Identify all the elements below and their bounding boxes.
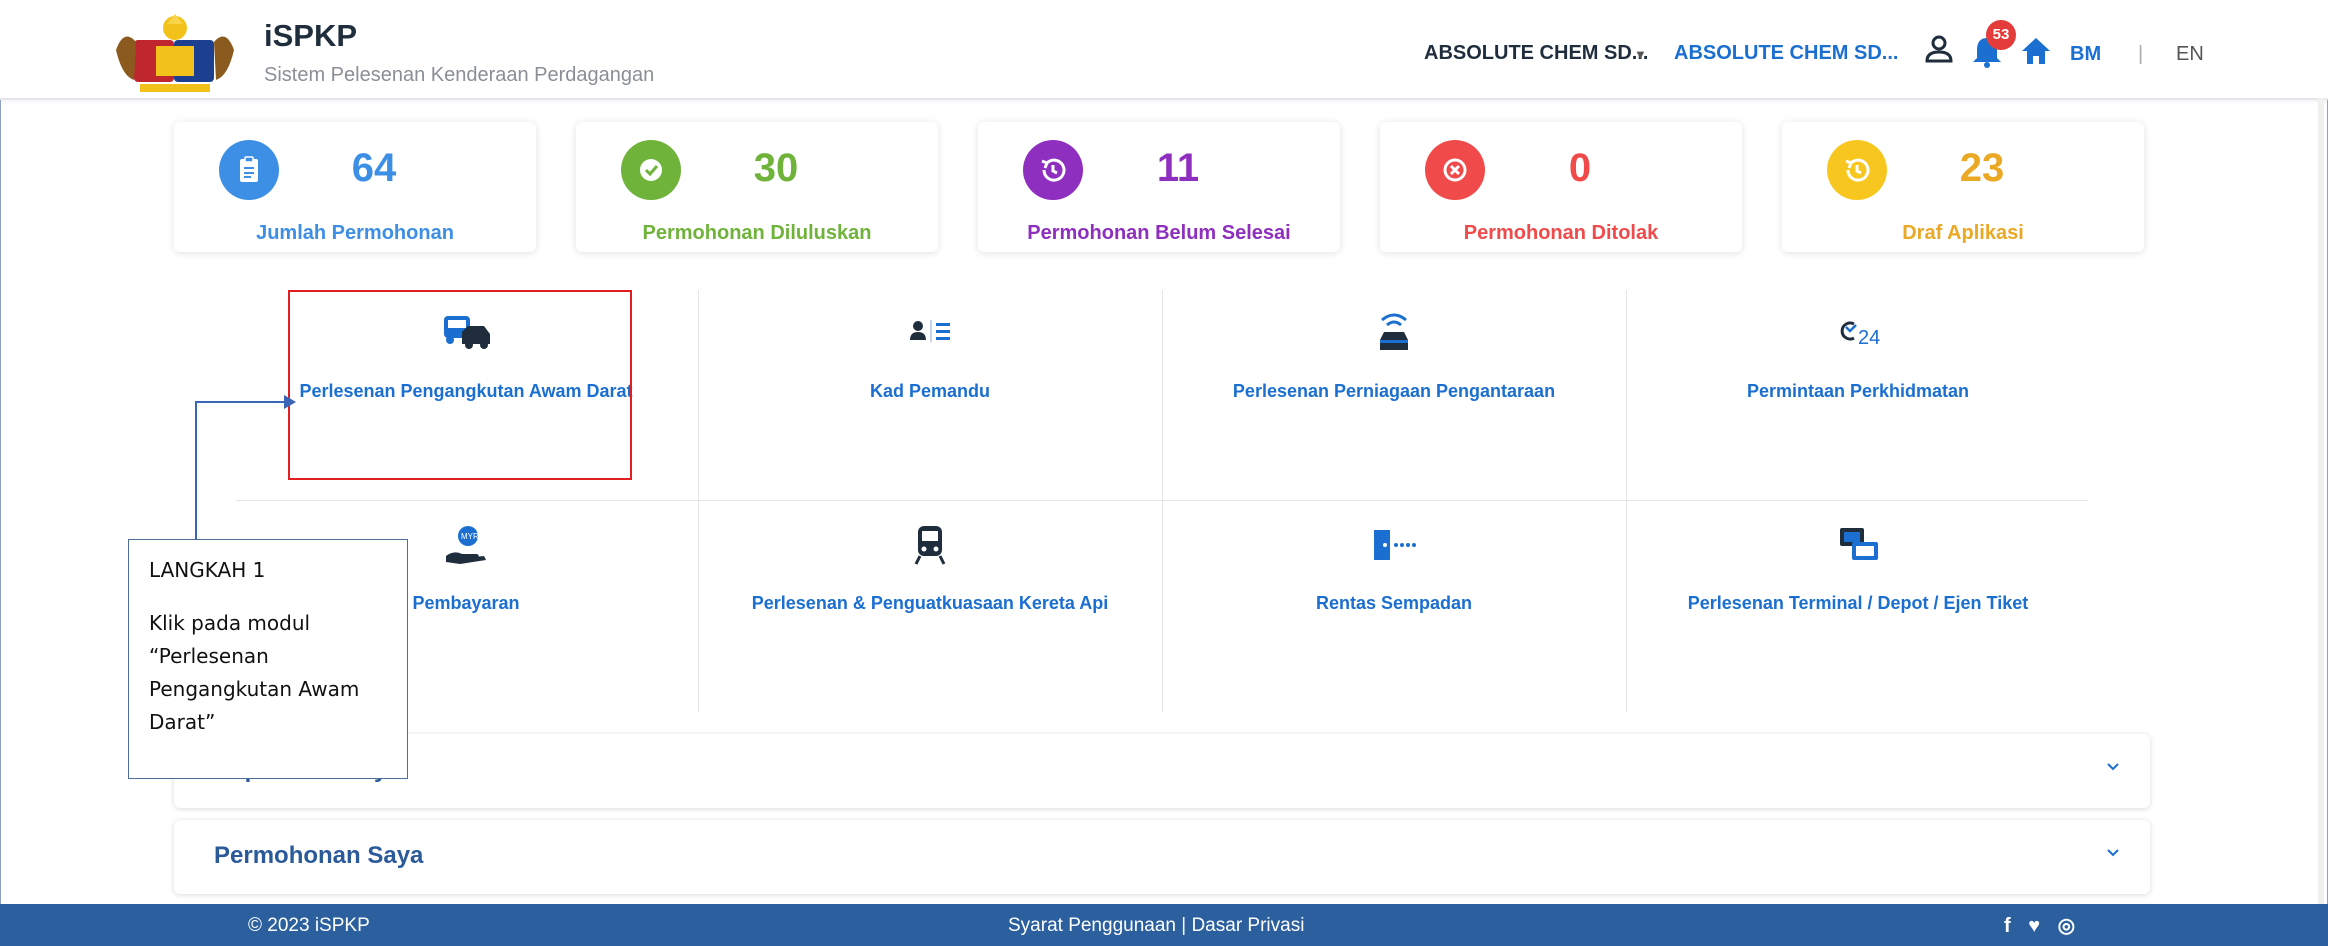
module-rentas-sempadan[interactable]: Rentas Sempadan — [1162, 502, 1626, 712]
callout-step: LANGKAH 1 — [149, 558, 266, 582]
svg-text:MYR: MYR — [461, 532, 479, 541]
footer-copyright: © 2023 iSPKP — [248, 915, 370, 936]
callout-text: Klik pada modul — [149, 611, 311, 635]
language-bm-link[interactable]: BM — [2070, 43, 2101, 66]
module-label: Kad Pemandu — [869, 381, 991, 401]
stat-label: Permohonan Ditolak — [1463, 222, 1659, 244]
border-gate-icon — [1374, 530, 1416, 560]
ticket-icon — [1840, 528, 1878, 560]
stat-label: Jumlah Permohonan — [256, 222, 454, 244]
module-label: Rentas Sempadan — [1315, 593, 1473, 613]
module-label: Perlesenan & Penguatkuasaan Kereta Api — [751, 593, 1109, 613]
check-icon — [621, 140, 681, 200]
stat-value: 23 — [1959, 146, 2005, 190]
chevron-down-icon[interactable] — [2106, 848, 2120, 858]
module-label: Permintaan Perkhidmatan — [1746, 381, 1970, 401]
svg-text:24: 24 — [1858, 327, 1880, 349]
history-icon — [1827, 140, 1887, 200]
stat-value: 0 — [1568, 146, 1592, 190]
stat-label: Permohonan Belum Selesai — [1027, 222, 1291, 244]
payment-hand-icon: MYR — [446, 526, 486, 564]
highlight-box — [288, 290, 632, 480]
module-label: Perlesenan Perniagaan Pengantaraan — [1232, 381, 1556, 401]
footer: © 2023 iSPKP Syarat Penggunaan | Dasar P… — [0, 904, 2328, 946]
notification-badge[interactable]: 53 — [1986, 20, 2016, 50]
scrollbar[interactable] — [2318, 98, 2324, 904]
social-icons[interactable]: f ♥ ◎ — [2004, 913, 2081, 938]
organization-select[interactable]: ABSOLUTE CHEM SD... — [1424, 42, 1648, 65]
stat-label: Permohonan Diluluskan — [642, 222, 872, 244]
driver-card-icon — [910, 320, 950, 342]
instruction-callout: LANGKAH 1 Klik pada modul “Perlesenan Pe… — [128, 539, 408, 779]
crest-logo[interactable] — [112, 10, 238, 94]
module-perniagaan-pengantaraan[interactable]: Perlesenan Perniagaan Pengantaraan — [1162, 290, 1626, 500]
stat-card-jumlah[interactable]: 64 Jumlah Permohonan — [174, 122, 536, 252]
history-icon — [1023, 140, 1083, 200]
callout-text: “Perlesenan — [149, 644, 269, 668]
stat-label: Draf Aplikasi — [1902, 222, 2024, 244]
chevron-down-icon[interactable]: ▼ — [1634, 47, 1647, 62]
clipboard-icon — [219, 140, 279, 200]
accordion-permohonan-saya[interactable]: Permohonan Saya — [174, 820, 2150, 894]
module-kad-pemandu[interactable]: Kad Pemandu — [698, 290, 1162, 500]
chevron-down-icon[interactable] — [2106, 762, 2120, 772]
train-icon — [914, 526, 946, 565]
language-en-link[interactable]: EN — [2176, 43, 2204, 66]
module-terminal-depot[interactable]: Perlesenan Terminal / Depot / Ejen Tiket — [1626, 502, 2090, 712]
accordion-title: Permohonan Saya — [214, 842, 424, 869]
x-circle-icon — [1425, 140, 1485, 200]
service-24-icon: 24 — [1840, 321, 1880, 349]
module-kereta-api[interactable]: Perlesenan & Penguatkuasaan Kereta Api — [698, 502, 1162, 712]
callout-arrow — [195, 395, 296, 540]
organization-link[interactable]: ABSOLUTE CHEM SD... — [1674, 42, 1898, 65]
stat-card-diluluskan[interactable]: 30 Permohonan Diluluskan — [576, 122, 938, 252]
module-permintaan-perkhidmatan[interactable]: 24 Permintaan Perkhidmatan — [1626, 290, 2090, 500]
accordion-keputusan-saya[interactable]: Keputusan Saya — [174, 734, 2150, 808]
language-separator: | — [2138, 43, 2144, 65]
home-icon[interactable] — [2020, 36, 2052, 66]
callout-text: Darat” — [149, 710, 216, 734]
stat-value: 64 — [351, 146, 397, 190]
stat-card-belum-selesai[interactable]: 11 Permohonan Belum Selesai — [978, 122, 1340, 252]
connected-car-icon — [1380, 313, 1408, 350]
grid-divider — [236, 500, 2088, 501]
app-title: iSPKP — [264, 18, 358, 53]
user-icon[interactable] — [1924, 34, 1954, 64]
app-subtitle: Sistem Pelesenan Kenderaan Perdagangan — [264, 64, 655, 86]
stat-card-draf[interactable]: 23 Draf Aplikasi — [1782, 122, 2144, 252]
footer-links[interactable]: Syarat Penggunaan | Dasar Privasi — [1008, 915, 1304, 937]
top-header: iSPKP Sistem Pelesenan Kenderaan Perdaga… — [0, 0, 2328, 100]
module-label: Perlesenan Terminal / Depot / Ejen Tiket — [1687, 593, 2029, 613]
stat-value: 11 — [1156, 146, 1200, 190]
stat-card-ditolak[interactable]: 0 Permohonan Ditolak — [1380, 122, 1742, 252]
callout-text: Pengangkutan Awam — [149, 677, 360, 701]
stat-value: 30 — [753, 146, 799, 190]
